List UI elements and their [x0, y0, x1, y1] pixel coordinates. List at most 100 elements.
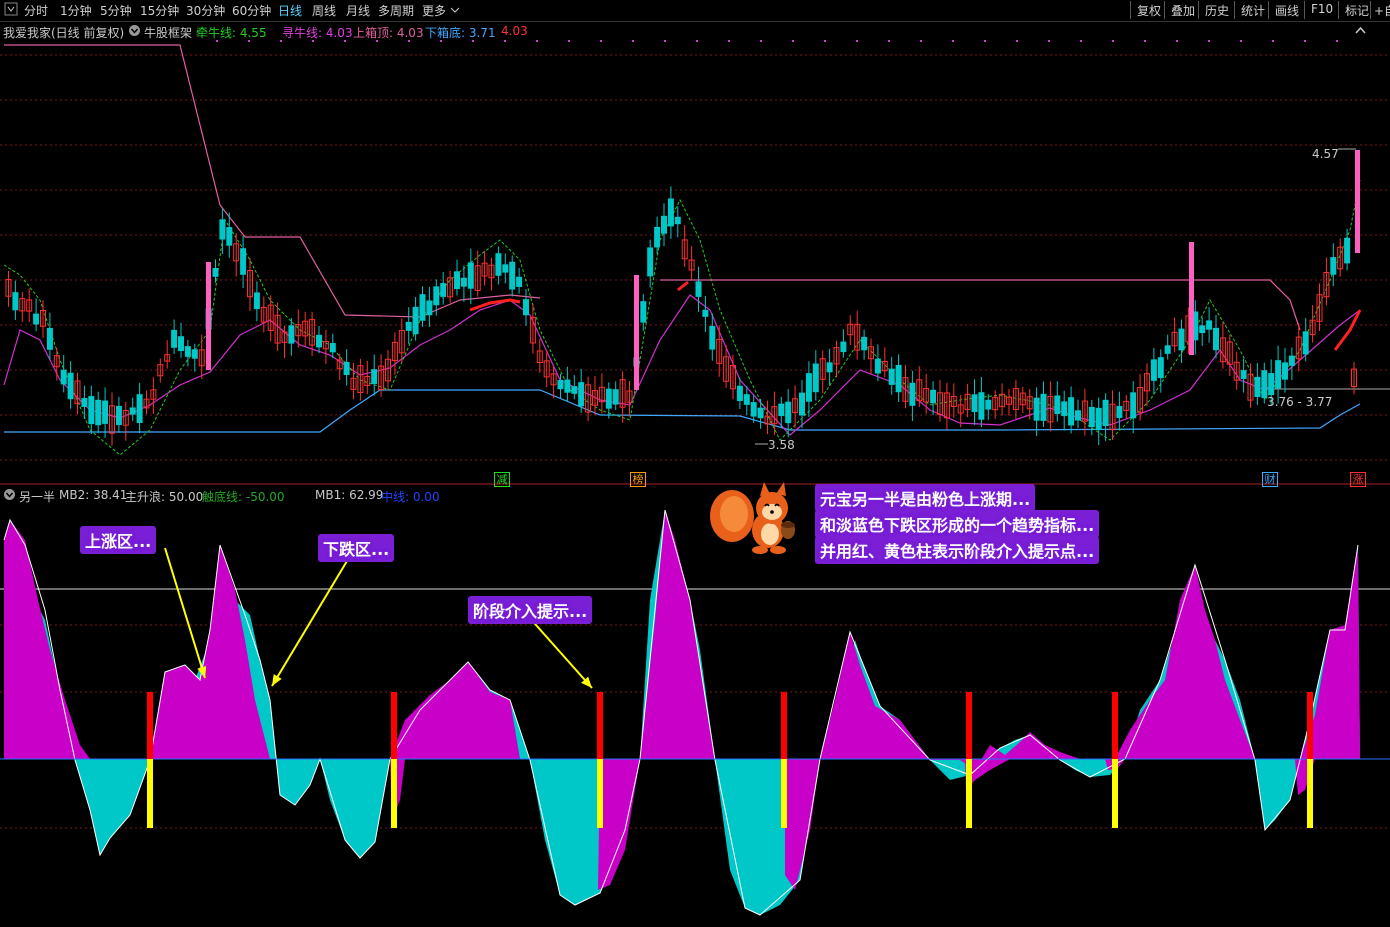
chart-canvas[interactable]: [0, 0, 1390, 927]
signal-bang: 榜: [630, 472, 646, 487]
sub-indicator-dropdown-icon[interactable]: [3, 488, 16, 504]
candle-body: [1116, 405, 1123, 418]
annotation-down-zone: 下跌区...: [318, 534, 395, 562]
candle-body: [895, 364, 902, 393]
candle-body: [709, 325, 716, 350]
candle-body: [1330, 257, 1337, 275]
candle-body: [343, 361, 350, 376]
candle-body: [930, 389, 937, 404]
marker-dot: [1016, 40, 1018, 42]
marker-dot: [1336, 40, 1338, 42]
candle-body: [654, 226, 661, 248]
entry-signal-red: [597, 692, 603, 759]
candle-body: [1206, 320, 1213, 330]
candle-body: [799, 392, 805, 416]
candle-body: [516, 276, 523, 287]
candle-body: [467, 262, 474, 289]
entry-signal-yellow: [391, 759, 397, 828]
entry-signal-red: [147, 692, 153, 759]
candle-body: [240, 248, 247, 275]
candle-body: [1033, 397, 1040, 421]
candle-body: [909, 382, 916, 406]
mb2-value: MB2: 38.41: [59, 488, 128, 502]
candle-body: [1282, 362, 1288, 380]
candle-body: [1150, 359, 1157, 381]
candle-body: [826, 362, 833, 373]
marker-dot: [504, 40, 506, 42]
candle-body: [460, 277, 467, 287]
candle-body: [191, 349, 198, 359]
collapse-panel-icon[interactable]: [1355, 25, 1366, 39]
limit-up-bar: [1189, 242, 1194, 355]
marker-dot: [568, 40, 570, 42]
annotation-desc-line1: 元宝另一半是由粉色上涨期...: [815, 484, 1036, 512]
candle-body: [861, 336, 868, 351]
candle-body: [412, 306, 419, 335]
marker-dot: [920, 40, 922, 42]
marker-dot: [728, 40, 730, 42]
candle-body: [750, 402, 757, 417]
candle-body: [60, 369, 67, 385]
red-line-value: 4.03: [501, 24, 528, 38]
candle-body: [178, 336, 184, 352]
red-trend-segment: [677, 280, 689, 292]
annotation-up-zone: 上涨区...: [80, 526, 157, 554]
candle-body: [171, 329, 178, 348]
stock-title[interactable]: 我爱我家(日线 前复权): [3, 24, 124, 41]
candle-body: [115, 405, 122, 426]
candle-body: [736, 385, 743, 402]
candle-body: [1344, 237, 1351, 264]
candle-body: [571, 386, 578, 394]
marker-dot: [1208, 40, 1210, 42]
entry-signal-yellow: [966, 759, 972, 828]
candle-body: [1075, 410, 1081, 421]
entry-signal-red: [391, 692, 397, 759]
candle-body: [557, 379, 564, 390]
marker-dot: [1176, 40, 1178, 42]
marker-dot: [856, 40, 858, 42]
candle-body: [253, 292, 260, 310]
candle-body: [1199, 325, 1206, 334]
limit-up-bar: [1355, 150, 1360, 253]
arrow-down-zone-head: [272, 674, 282, 686]
candle-body: [1302, 331, 1309, 355]
marker-dot: [1112, 40, 1114, 42]
candle-body: [1240, 370, 1247, 379]
candle-body: [1095, 407, 1102, 431]
candle-body: [778, 403, 785, 417]
entry-signal-yellow: [1307, 759, 1313, 828]
marker-dot: [952, 40, 954, 42]
entry-signal-yellow: [1112, 759, 1118, 828]
arrow-down-zone: [271, 555, 351, 687]
candle-body: [578, 382, 585, 407]
marker-dot: [1240, 40, 1242, 42]
candle-body: [1130, 392, 1137, 419]
up-zone-fill: [4, 510, 1360, 770]
limit-up-bar: [206, 262, 211, 370]
indicator-name: 牛股框架: [144, 26, 193, 40]
candle-body: [605, 388, 612, 409]
box-bottom-line: [4, 389, 1361, 433]
entry-signal-red: [1307, 692, 1313, 759]
candle-body: [1068, 397, 1075, 426]
price-low-label: 3.58: [768, 438, 795, 452]
price-high-label: 4.57: [1312, 147, 1339, 161]
candle-body: [785, 401, 792, 424]
candle-body: [12, 292, 19, 311]
candle-body: [95, 399, 102, 426]
candle-body: [1054, 395, 1061, 414]
candle-body: [523, 299, 529, 316]
candle-body: [874, 358, 881, 374]
annotation-desc-line3: 并用红、黄色柱表示阶段介入提示点...: [815, 536, 1100, 564]
candle-body: [757, 407, 764, 419]
indicator-dropdown-icon[interactable]: [128, 24, 141, 40]
candle-body: [226, 227, 233, 246]
candle-body: [440, 283, 447, 297]
candle-body: [840, 341, 847, 353]
limit-up-bar: [634, 275, 639, 390]
candle-body: [212, 267, 219, 277]
candle-body: [371, 369, 378, 384]
entry-signal-red: [966, 692, 972, 759]
red-trend-segment: [1333, 309, 1362, 351]
candle-body: [695, 281, 702, 297]
